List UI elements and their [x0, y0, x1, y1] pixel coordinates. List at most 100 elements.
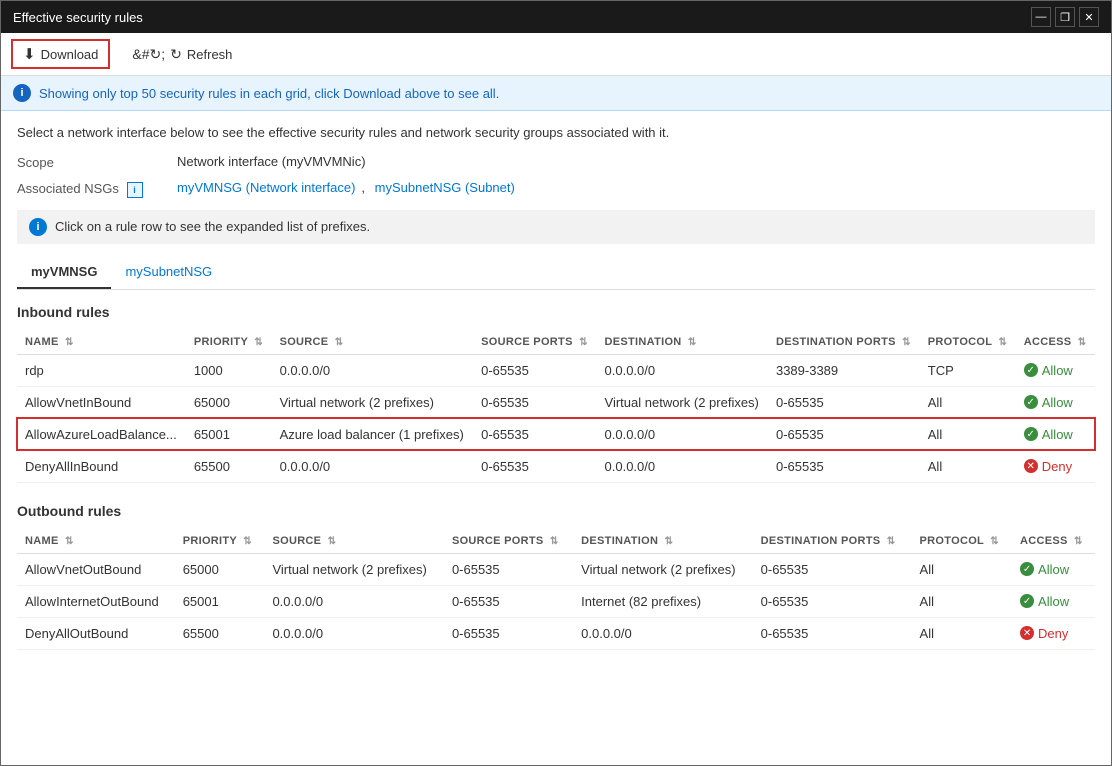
- cell-source: 0.0.0.0/0: [264, 585, 443, 617]
- cell-dest-ports: 0-65535: [768, 418, 920, 450]
- sort-icon: ⇅: [579, 337, 588, 348]
- cell-priority: 65001: [186, 418, 272, 450]
- scope-row: Scope Network interface (myVMVMNic): [17, 154, 1095, 170]
- cell-source-ports: 0-65535: [473, 450, 596, 482]
- window-controls: — ❐ ✕: [1031, 7, 1099, 27]
- col-protocol-in: PROTOCOL ⇅: [920, 330, 1016, 355]
- cell-priority: 1000: [186, 354, 272, 386]
- allow-icon: ✓: [1024, 395, 1038, 409]
- sort-icon: ⇅: [665, 536, 674, 547]
- col-priority-out: PRIORITY ⇅: [175, 529, 265, 554]
- cell-name: AllowAzureLoadBalance...: [17, 418, 186, 450]
- cell-protocol: All: [920, 386, 1016, 418]
- outbound-header-row: NAME ⇅ PRIORITY ⇅ SOURCE ⇅ SOURCE PORTS …: [17, 529, 1095, 554]
- col-source-in: SOURCE ⇅: [272, 330, 474, 355]
- table-row[interactable]: DenyAllInBound 65500 0.0.0.0/0 0-65535 0…: [17, 450, 1095, 482]
- sort-icon: ⇅: [550, 536, 559, 547]
- cell-access: ✓ Allow: [1012, 585, 1095, 617]
- col-destination-out: DESTINATION ⇅: [573, 529, 752, 554]
- access-allow-badge: ✓ Allow: [1020, 562, 1087, 577]
- cell-source-ports: 0-65535: [473, 386, 596, 418]
- cell-priority: 65000: [186, 386, 272, 418]
- cell-dest-ports: 0-65535: [768, 386, 920, 418]
- col-dest-ports-out: DESTINATION PORTS ⇅: [753, 529, 912, 554]
- table-row[interactable]: AllowAzureLoadBalance... 65001 Azure loa…: [17, 418, 1095, 450]
- scope-value: Network interface (myVMVMNic): [177, 154, 366, 169]
- cell-name: AllowVnetOutBound: [17, 553, 175, 585]
- cell-access: ✕ Deny: [1012, 617, 1095, 649]
- allow-icon: ✓: [1020, 562, 1034, 576]
- nsg-info-icon[interactable]: i: [127, 182, 143, 198]
- associated-nsgs-label: Associated NSGs i: [17, 180, 177, 198]
- col-protocol-out: PROTOCOL ⇅: [912, 529, 1012, 554]
- cell-source-ports: 0-65535: [473, 354, 596, 386]
- download-button[interactable]: ⬇ Download: [11, 39, 110, 69]
- cell-destination: Virtual network (2 prefixes): [573, 553, 752, 585]
- cell-name: rdp: [17, 354, 186, 386]
- table-row[interactable]: DenyAllOutBound 65500 0.0.0.0/0 0-65535 …: [17, 617, 1095, 649]
- cell-name: DenyAllOutBound: [17, 617, 175, 649]
- tab-myVMNSG[interactable]: myVMNSG: [17, 256, 111, 289]
- cell-priority: 65001: [175, 585, 265, 617]
- sort-icon: ⇅: [328, 536, 337, 547]
- col-access-in: ACCESS ⇅: [1016, 330, 1095, 355]
- cell-access: ✓ Allow: [1016, 354, 1095, 386]
- inbound-header-row: NAME ⇅ PRIORITY ⇅ SOURCE ⇅ SOURCE PORTS …: [17, 330, 1095, 355]
- restore-button[interactable]: ❐: [1055, 7, 1075, 27]
- deny-icon: ✕: [1024, 459, 1038, 473]
- cell-priority: 65500: [186, 450, 272, 482]
- cell-source: Azure load balancer (1 prefixes): [272, 418, 474, 450]
- minimize-button[interactable]: —: [1031, 7, 1051, 27]
- scope-label: Scope: [17, 154, 177, 170]
- sort-icon: ⇅: [335, 337, 344, 348]
- cell-source: Virtual network (2 prefixes): [264, 553, 443, 585]
- table-row[interactable]: rdp 1000 0.0.0.0/0 0-65535 0.0.0.0/0 338…: [17, 354, 1095, 386]
- cell-priority: 65500: [175, 617, 265, 649]
- cell-dest-ports: 0-65535: [753, 617, 912, 649]
- table-row[interactable]: AllowVnetInBound 65000 Virtual network (…: [17, 386, 1095, 418]
- col-source-ports-in: SOURCE PORTS ⇅: [473, 330, 596, 355]
- nsgs-separator: ,: [361, 180, 368, 195]
- inbound-rules-table: NAME ⇅ PRIORITY ⇅ SOURCE ⇅ SOURCE PORTS …: [17, 330, 1095, 483]
- cell-access: ✓ Allow: [1012, 553, 1095, 585]
- cell-access: ✓ Allow: [1016, 418, 1095, 450]
- table-row[interactable]: AllowVnetOutBound 65000 Virtual network …: [17, 553, 1095, 585]
- cell-source: 0.0.0.0/0: [272, 450, 474, 482]
- outbound-rules-title: Outbound rules: [17, 503, 1095, 519]
- cell-protocol: All: [912, 553, 1012, 585]
- access-allow-badge: ✓ Allow: [1020, 594, 1087, 609]
- prefix-info-text: Click on a rule row to see the expanded …: [55, 219, 370, 234]
- cell-priority: 65000: [175, 553, 265, 585]
- cell-source: 0.0.0.0/0: [264, 617, 443, 649]
- col-name-in: NAME ⇅: [17, 330, 186, 355]
- cell-destination: 0.0.0.0/0: [597, 418, 768, 450]
- col-name-out: NAME ⇅: [17, 529, 175, 554]
- cell-protocol: TCP: [920, 354, 1016, 386]
- tab-mySubnetNSG[interactable]: mySubnetNSG: [111, 256, 226, 289]
- title-bar: Effective security rules — ❐ ✕: [1, 1, 1111, 33]
- refresh-label: Refresh: [187, 47, 233, 62]
- cell-access: ✓ Allow: [1016, 386, 1095, 418]
- close-button[interactable]: ✕: [1079, 7, 1099, 27]
- cell-source-ports: 0-65535: [444, 617, 573, 649]
- sort-icon: ⇅: [1078, 337, 1087, 348]
- col-destination-in: DESTINATION ⇅: [597, 330, 768, 355]
- access-allow-badge: ✓ Allow: [1024, 395, 1087, 410]
- cell-name: DenyAllInBound: [17, 450, 186, 482]
- refresh-icon: &#↻;: [132, 46, 165, 63]
- allow-icon: ✓: [1020, 594, 1034, 608]
- refresh-button[interactable]: &#↻; ↻ Refresh: [122, 42, 242, 67]
- mySubnetNSG-link[interactable]: mySubnetNSG (Subnet): [375, 180, 515, 195]
- cell-destination: 0.0.0.0/0: [597, 354, 768, 386]
- col-access-out: ACCESS ⇅: [1012, 529, 1095, 554]
- prefix-info-icon: i: [29, 218, 47, 236]
- col-dest-ports-in: DESTINATION PORTS ⇅: [768, 330, 920, 355]
- sort-icon: ⇅: [990, 536, 999, 547]
- table-row[interactable]: AllowInternetOutBound 65001 0.0.0.0/0 0-…: [17, 585, 1095, 617]
- myVMNSG-link[interactable]: myVMNSG (Network interface): [177, 180, 355, 195]
- prefix-info-box: i Click on a rule row to see the expande…: [17, 210, 1095, 244]
- cell-destination: Internet (82 prefixes): [573, 585, 752, 617]
- sort-icon: ⇅: [65, 536, 74, 547]
- info-banner: i Showing only top 50 security rules in …: [1, 76, 1111, 111]
- sort-icon: ⇅: [1074, 536, 1083, 547]
